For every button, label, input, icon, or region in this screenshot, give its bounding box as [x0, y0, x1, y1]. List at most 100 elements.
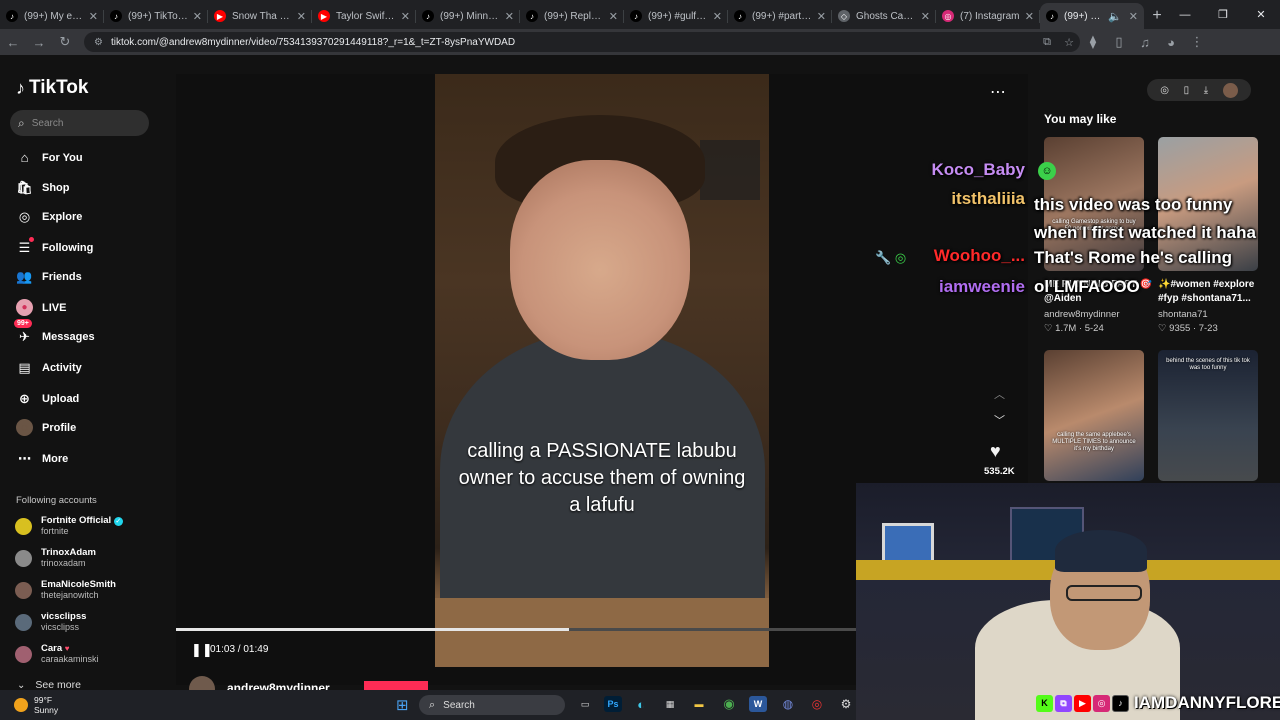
photoshop-icon[interactable]: Ps: [604, 696, 622, 712]
streamer-glasses: [1066, 585, 1142, 601]
sidebar-item-for-you[interactable]: ⌂ For You: [16, 149, 83, 166]
browser-tab[interactable]: ♪ (99+) Defe 🔈 ✕: [1040, 3, 1144, 29]
user-avatar[interactable]: [1222, 82, 1238, 98]
browser-tab[interactable]: ◎ (7) Instagram ✕: [936, 3, 1040, 29]
following-account-item[interactable]: Fortnite Official ✓ fortnite: [15, 515, 123, 537]
recommended-video-card[interactable]: behind the scenes of this tik tok was to…: [1158, 350, 1258, 481]
mobile-app-icon[interactable]: ▯: [1184, 85, 1190, 96]
following-account-item[interactable]: EmaNicoleSmith thetejanowitch: [15, 579, 116, 601]
browser-tab[interactable]: ♪ (99+) #part2 # ✕: [728, 3, 832, 29]
browser-tab[interactable]: ♪ (99+) TikTok - M ✕: [104, 3, 208, 29]
sidebar-item-live[interactable]: ● LIVE: [16, 299, 66, 316]
file-explorer-icon[interactable]: ▬: [690, 696, 708, 712]
chrome-icon[interactable]: ◉: [720, 696, 738, 712]
next-video-icon[interactable]: ﹀: [994, 412, 1005, 428]
tab-close-icon[interactable]: ✕: [1025, 10, 1034, 23]
bookmark-star-icon[interactable]: ☆: [1058, 36, 1080, 49]
browser-tab[interactable]: ◇ Ghosts Caught ✕: [832, 3, 936, 29]
browser-tab[interactable]: ▶ Snow Tha Prod ✕: [208, 3, 312, 29]
side-panel-icon[interactable]: ▯: [1106, 29, 1132, 55]
tiktok-logo[interactable]: ♪ TikTok: [16, 77, 88, 99]
generic-favicon-icon: ◇: [838, 10, 850, 22]
task-view-icon[interactable]: ▭: [576, 696, 594, 712]
word-icon[interactable]: W: [749, 696, 767, 712]
video-progress-bar[interactable]: [176, 628, 856, 631]
tab-close-icon[interactable]: ✕: [89, 10, 98, 23]
chrome-menu-icon[interactable]: ⋮: [1184, 29, 1210, 55]
address-bar[interactable]: ⚙ tiktok.com/@andrew8mydinner/video/7534…: [84, 32, 1080, 52]
following-account-item[interactable]: Cara ♥ caraakaminski: [15, 643, 99, 665]
chat-message: this video was too funny when I first wa…: [1034, 195, 1256, 242]
weather-widget[interactable]: 99°F Sunny: [14, 695, 58, 715]
account-name: EmaNicoleSmith: [41, 579, 116, 590]
chat-message: That's Rome he's calling: [1034, 248, 1232, 267]
account-name: Cara: [41, 643, 63, 654]
previous-video-icon[interactable]: ︿: [994, 386, 1005, 402]
obs-icon[interactable]: ◎: [808, 696, 826, 712]
sidebar-item-profile[interactable]: ◉ Profile: [16, 419, 76, 436]
tab-close-icon[interactable]: ✕: [609, 10, 618, 23]
sidebar-item-messages[interactable]: ✈ Messages 99+: [14, 319, 95, 345]
settings-gear-icon[interactable]: ⚙: [837, 696, 855, 712]
following-account-item[interactable]: TrinoxAdam trinoxadam: [15, 547, 96, 569]
media-controls-icon[interactable]: ♫: [1132, 29, 1158, 55]
activity-icon: ▤: [18, 359, 31, 375]
sidebar-item-friends[interactable]: 👥 Friends: [16, 268, 81, 285]
more-options-icon[interactable]: ⋯: [990, 82, 1006, 102]
forward-arrow-icon[interactable]: →: [26, 29, 52, 55]
profile-avatar-icon[interactable]: ◕: [1158, 29, 1184, 55]
download-icon[interactable]: ⤓: [1204, 85, 1208, 96]
store-icon[interactable]: ▦: [661, 696, 679, 712]
tab-close-icon[interactable]: ✕: [505, 10, 514, 23]
tab-close-icon[interactable]: ✕: [193, 10, 202, 23]
following-account-item[interactable]: vicsclipss vicsclipss: [15, 611, 86, 633]
sidebar-item-more[interactable]: ⋯ More: [16, 450, 68, 467]
card-username[interactable]: andrew8mydinner: [1044, 309, 1120, 320]
windows-start-icon[interactable]: ⊞: [396, 696, 409, 714]
tab-close-icon[interactable]: ✕: [401, 10, 410, 23]
discord-icon[interactable]: ◍: [779, 696, 797, 712]
back-arrow-icon[interactable]: ←: [0, 29, 26, 55]
taskbar-search-label: Search: [443, 699, 475, 711]
sidebar-item-label: For You: [42, 151, 83, 164]
edge-icon[interactable]: ◐: [632, 696, 650, 712]
sidebar-item-following[interactable]: ☰ Following: [16, 237, 93, 256]
tab-close-icon[interactable]: ✕: [713, 10, 722, 23]
sidebar-item-upload[interactable]: ⊕ Upload: [16, 390, 79, 407]
weather-temp: 99°F: [34, 695, 53, 705]
sidebar-item-label: Explore: [42, 210, 83, 223]
webcam-monitor: [882, 523, 934, 563]
compass-icon: ◎: [18, 208, 31, 224]
browser-tab[interactable]: ♪ (99+) #gulfcoa ✕: [624, 3, 728, 29]
browser-tab-strip: ♪ (99+) My ex of ✕ ♪ (99+) TikTok - M ✕ ▶ Snow …: [0, 0, 1280, 29]
coins-icon[interactable]: ◎: [1160, 85, 1169, 96]
sidebar-item-shop[interactable]: 🛍 Shop: [16, 179, 69, 196]
install-app-icon[interactable]: ⧉: [1036, 36, 1058, 49]
recommended-video-card[interactable]: calling the same applebee's MULTIPLE TIM…: [1044, 350, 1144, 481]
card-title[interactable]: ✨#women #explore #fyp #shontana71...: [1158, 278, 1270, 306]
tab-close-icon[interactable]: ✕: [921, 10, 930, 23]
browser-tab[interactable]: ♪ (99+) My ex of ✕: [0, 3, 104, 29]
tab-close-icon[interactable]: ✕: [817, 10, 826, 23]
taskbar-search[interactable]: ⌕ Search: [419, 695, 565, 715]
extensions-icon[interactable]: ⧫: [1080, 29, 1106, 55]
close-window-icon[interactable]: ✕: [1242, 0, 1280, 29]
new-dot-badge: [29, 237, 34, 242]
browser-tab[interactable]: ♪ (99+) Replying t ✕: [520, 3, 624, 29]
tab-mute-icon[interactable]: 🔈: [1108, 10, 1122, 23]
reload-icon[interactable]: ↻: [52, 29, 78, 55]
author-name[interactable]: andrew8mydinner: [227, 680, 330, 690]
tab-close-icon[interactable]: ✕: [297, 10, 306, 23]
browser-tab[interactable]: ▶ Taylor Swift on ✕: [312, 3, 416, 29]
maximize-icon[interactable]: ❐: [1204, 0, 1242, 29]
browser-tab[interactable]: ♪ (99+) Minnesota ✕: [416, 3, 520, 29]
search-input[interactable]: ⌕ Search: [10, 110, 149, 136]
heart-icon[interactable]: ♥: [990, 441, 1001, 462]
sidebar-item-explore[interactable]: ◎ Explore: [16, 208, 83, 225]
minimize-icon[interactable]: —: [1166, 0, 1204, 29]
tab-close-icon[interactable]: ✕: [1129, 10, 1138, 23]
sidebar-item-activity[interactable]: ▤ Activity: [16, 359, 81, 376]
site-info-icon[interactable]: ⚙: [94, 37, 103, 48]
card-username[interactable]: shontana71: [1158, 309, 1208, 320]
profile-icon: ◉: [16, 419, 33, 436]
